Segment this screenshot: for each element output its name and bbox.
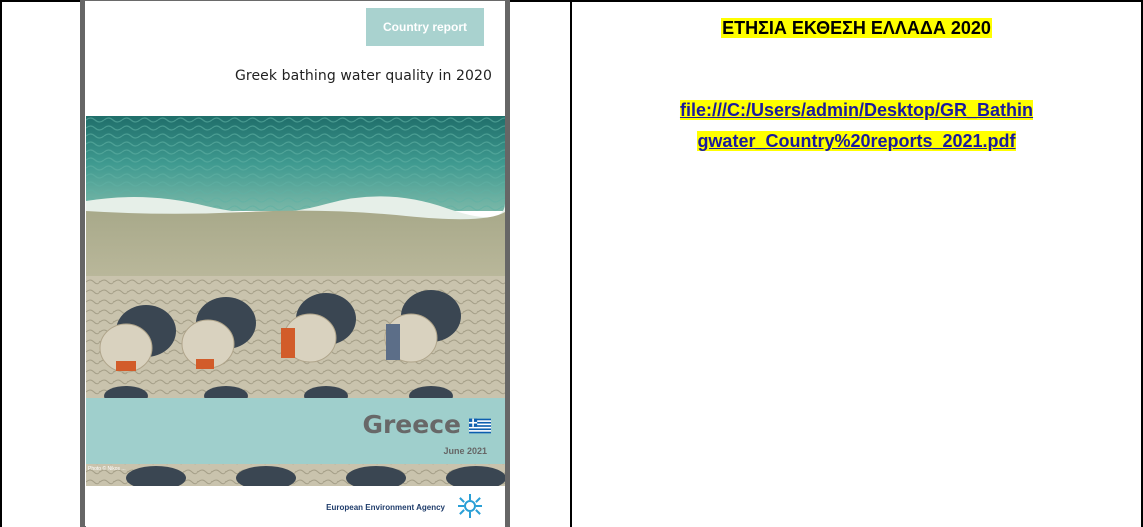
- report-file-link-line1[interactable]: file:///C:/Users/admin/Desktop/GR_Bathin: [679, 100, 1034, 120]
- country-report-badge: Country report: [366, 8, 484, 46]
- cover-edge-left: [80, 0, 85, 527]
- table-border-outer-left: [0, 0, 2, 527]
- annual-report-heading-text: ΕΤΗΣΙΑ ΕΚΘΕΣΗ ΕΛΛΑΔΑ 2020: [721, 18, 992, 38]
- cover-edge-right: [505, 0, 510, 527]
- report-file-link[interactable]: file:///C:/Users/admin/Desktop/GR_Bathin…: [588, 95, 1125, 157]
- annual-report-heading: ΕΤΗΣΙΑ ΕΚΘΕΣΗ ΕΛΛΑΔΑ 2020: [572, 18, 1141, 39]
- country-name: Greece: [362, 410, 461, 439]
- country-band: Greece June 2021: [86, 398, 505, 464]
- photo-credit: Photo © Nikos ...: [88, 466, 126, 472]
- right-table-cell: ΕΤΗΣΙΑ ΕΚΘΕΣΗ ΕΛΛΑΔΑ 2020 file:///C:/Use…: [572, 0, 1141, 527]
- agency-name: European Environment Agency: [326, 503, 445, 512]
- cover-title: Greek bathing water quality in 2020: [234, 68, 492, 84]
- eea-logo-icon: [458, 494, 482, 518]
- greek-flag-icon: [469, 418, 491, 434]
- cover-footer: European Environment Agency: [86, 486, 505, 527]
- report-file-link-line2[interactable]: gwater_Country%20reports_2021.pdf: [697, 131, 1016, 151]
- report-date: June 2021: [443, 446, 487, 456]
- report-cover-image[interactable]: Country report Greek bathing water quali…: [80, 0, 510, 527]
